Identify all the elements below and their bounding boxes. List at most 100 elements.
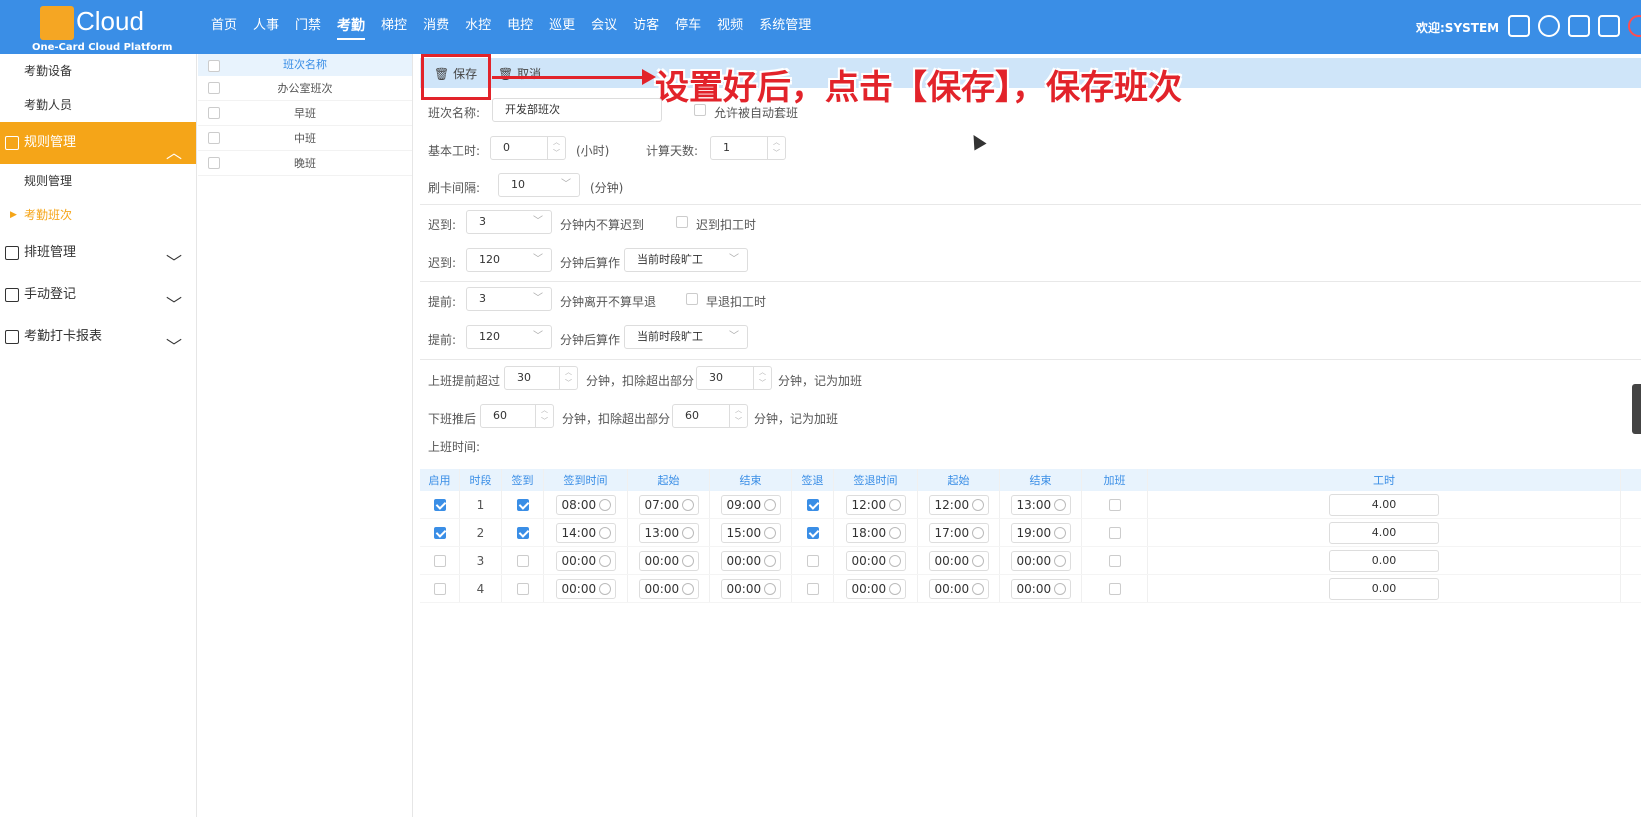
checkin-start-input[interactable]: 00:00 (638, 578, 699, 599)
fullscreen-icon[interactable] (1508, 15, 1530, 37)
nav-item[interactable]: 系统管理 (751, 0, 819, 54)
checkin-end-input[interactable]: 00:00 (720, 578, 781, 599)
shift-list-row[interactable]: 晚班 (198, 151, 412, 176)
checkout-checkbox[interactable] (806, 554, 819, 567)
checkout-end-input[interactable]: 00:00 (1010, 578, 1071, 599)
auto-shift-checkbox[interactable] (694, 104, 706, 116)
work-hours-field[interactable]: 4.00 (1329, 521, 1439, 544)
nav-item[interactable]: 人事 (245, 0, 287, 54)
cancel-button[interactable]: 🗑 取消 (498, 65, 541, 82)
spinner-icon[interactable]: ︿ ﹀ (559, 367, 577, 389)
checkout-time-input[interactable]: 00:00 (845, 578, 906, 599)
sidebar-group[interactable]: 排班管理 ﹀ (0, 232, 196, 274)
checkin-end-input[interactable]: 09:00 (720, 494, 781, 515)
nav-item[interactable]: 水控 (457, 0, 499, 54)
shift-list-row[interactable]: 办公室班次 (198, 76, 412, 101)
checkin-end-input[interactable]: 00:00 (720, 550, 781, 571)
checkout-time-input[interactable]: 18:00 (845, 522, 906, 543)
checkin-start-input[interactable]: 00:00 (638, 550, 699, 571)
early1-select[interactable]: 3 ﹀ (466, 287, 552, 311)
select-all-checkbox[interactable] (208, 60, 220, 72)
nav-item[interactable]: 考勤 (329, 0, 373, 54)
enable-checkbox[interactable] (433, 498, 446, 511)
sidebar-group[interactable]: 规则管理 ︿ (0, 122, 196, 164)
checkin-end-input[interactable]: 15:00 (720, 522, 781, 543)
nav-item[interactable]: 门禁 (287, 0, 329, 54)
sidebar-group[interactable]: 考勤打卡报表 ﹀ (0, 316, 196, 358)
early-deduct-checkbox[interactable] (686, 293, 698, 305)
work-hours-field[interactable]: 0.00 (1329, 549, 1439, 572)
nav-item[interactable]: 会议 (583, 0, 625, 54)
checkin-start-input[interactable]: 07:00 (638, 494, 699, 515)
checkout-end-input[interactable]: 19:00 (1010, 522, 1071, 543)
spinner-icon[interactable]: ︿ ﹀ (729, 405, 747, 427)
row-checkbox[interactable] (208, 107, 220, 119)
checkout-start-input[interactable]: 17:00 (928, 522, 989, 543)
spinner-icon[interactable]: ︿ ﹀ (767, 137, 785, 159)
side-scroll-handle[interactable] (1632, 384, 1641, 434)
spinner-icon[interactable]: ︿ ﹀ (547, 137, 565, 159)
late2-action-select[interactable]: 当前时段旷工 ﹀ (624, 248, 748, 272)
checkout-checkbox[interactable] (806, 498, 819, 511)
enable-checkbox[interactable] (433, 582, 446, 595)
late-deduct-checkbox[interactable] (676, 216, 688, 228)
row-checkbox[interactable] (208, 132, 220, 144)
sidebar-item[interactable]: 考勤班次 (0, 198, 196, 232)
overtime-checkbox[interactable] (1108, 526, 1121, 539)
nav-item[interactable]: 梯控 (373, 0, 415, 54)
checkout-start-input[interactable]: 00:00 (928, 578, 989, 599)
ot-before-input[interactable]: 30 ︿ ﹀ (504, 366, 578, 390)
checkin-checkbox[interactable] (516, 526, 529, 539)
nav-item[interactable]: 停车 (667, 0, 709, 54)
external-link-icon[interactable] (1598, 15, 1620, 37)
language-icon[interactable] (1568, 15, 1590, 37)
checkin-checkbox[interactable] (516, 554, 529, 567)
help-icon[interactable] (1538, 15, 1560, 37)
enable-checkbox[interactable] (433, 554, 446, 567)
ot-after-input2[interactable]: 60 ︿ ﹀ (672, 404, 748, 428)
checkout-end-input[interactable]: 00:00 (1010, 550, 1071, 571)
early2-select[interactable]: 120 ﹀ (466, 325, 552, 349)
enable-checkbox[interactable] (433, 526, 446, 539)
nav-item[interactable]: 消费 (415, 0, 457, 54)
checkin-time-input[interactable]: 14:00 (555, 522, 616, 543)
overtime-checkbox[interactable] (1108, 582, 1121, 595)
ot-before-input2[interactable]: 30 ︿ ﹀ (696, 366, 772, 390)
late1-select[interactable]: 3 ﹀ (466, 210, 552, 234)
sidebar-item[interactable]: 考勤设备 (0, 54, 196, 88)
checkin-checkbox[interactable] (516, 498, 529, 511)
shift-list-row[interactable]: 中班 (198, 126, 412, 151)
shift-name-input[interactable]: 开发部班次 (492, 98, 662, 122)
early2-action-select[interactable]: 当前时段旷工 ﹀ (624, 325, 748, 349)
late2-select[interactable]: 120 ﹀ (466, 248, 552, 272)
card-interval-select[interactable]: 10 ﹀ (498, 173, 580, 197)
nav-item[interactable]: 访客 (625, 0, 667, 54)
work-hours-field[interactable]: 0.00 (1329, 577, 1439, 600)
checkin-time-input[interactable]: 08:00 (555, 494, 616, 515)
row-checkbox[interactable] (208, 82, 220, 94)
checkin-time-input[interactable]: 00:00 (555, 550, 616, 571)
sidebar-item[interactable]: 考勤人员 (0, 88, 196, 122)
overtime-checkbox[interactable] (1108, 554, 1121, 567)
overtime-checkbox[interactable] (1108, 498, 1121, 511)
spinner-icon[interactable]: ︿ ﹀ (535, 405, 553, 427)
nav-item[interactable]: 电控 (499, 0, 541, 54)
row-checkbox[interactable] (208, 157, 220, 169)
work-hours-field[interactable]: 4.00 (1329, 493, 1439, 516)
sidebar-group[interactable]: 手动登记 ﹀ (0, 274, 196, 316)
checkout-end-input[interactable]: 13:00 (1010, 494, 1071, 515)
nav-item[interactable]: 首页 (203, 0, 245, 54)
shift-list-row[interactable]: 早班 (198, 101, 412, 126)
nav-item[interactable]: 巡更 (541, 0, 583, 54)
ot-after-input[interactable]: 60 ︿ ﹀ (480, 404, 554, 428)
calc-days-input[interactable]: 1 ︿ ﹀ (710, 136, 786, 160)
spinner-icon[interactable]: ︿ ﹀ (753, 367, 771, 389)
checkout-checkbox[interactable] (806, 526, 819, 539)
sidebar-item[interactable]: 规则管理 (0, 164, 196, 198)
checkout-time-input[interactable]: 00:00 (845, 550, 906, 571)
nav-item[interactable]: 视频 (709, 0, 751, 54)
checkin-checkbox[interactable] (516, 582, 529, 595)
checkout-time-input[interactable]: 12:00 (845, 494, 906, 515)
checkin-start-input[interactable]: 13:00 (638, 522, 699, 543)
checkout-checkbox[interactable] (806, 582, 819, 595)
